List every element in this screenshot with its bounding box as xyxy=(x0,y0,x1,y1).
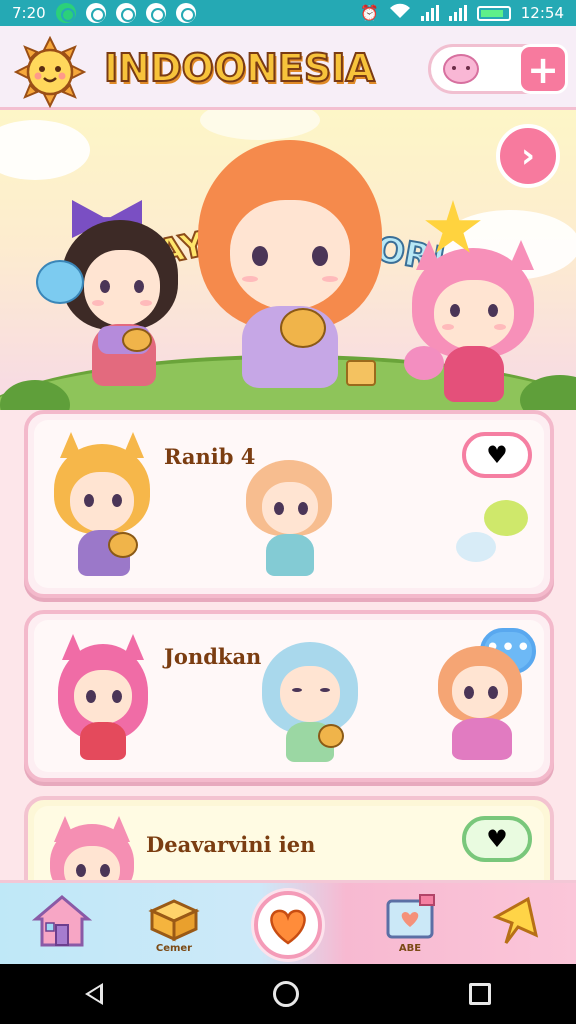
status-left: 7:20 xyxy=(12,3,196,23)
card-title: Deavarvini ien xyxy=(146,832,316,857)
character-peach-hair[interactable] xyxy=(246,460,332,580)
wifi-icon xyxy=(389,3,411,23)
cloud-decoration xyxy=(0,120,90,180)
add-button[interactable]: + xyxy=(518,44,568,94)
signal-icon xyxy=(420,5,439,21)
heart-badge-icon[interactable]: ♥ xyxy=(462,432,532,478)
nav-box[interactable]: Cemer xyxy=(134,893,214,959)
app-notification-icon xyxy=(85,3,106,23)
nav-photo[interactable]: ABE xyxy=(370,893,450,959)
nav-send[interactable] xyxy=(476,893,556,959)
bottom-nav: Cemer ABE xyxy=(0,880,576,964)
blue-creature xyxy=(36,260,84,304)
next-arrow-button[interactable]: › xyxy=(496,124,560,188)
clock-right: 12:54 xyxy=(520,4,564,22)
card-title: Ranib 4 xyxy=(164,444,256,469)
app-notification-icon xyxy=(145,3,166,23)
home-circle-icon[interactable] xyxy=(273,981,299,1007)
card-title: Jondkan xyxy=(164,644,262,669)
heart-icon xyxy=(270,909,306,945)
box-icon xyxy=(148,899,200,942)
recents-icon[interactable] xyxy=(469,983,491,1005)
gift-box-icon xyxy=(346,360,376,386)
home-icon xyxy=(31,895,93,947)
system-nav-bar xyxy=(0,964,576,1024)
nav-label: Cemer xyxy=(155,943,193,954)
nav-home[interactable] xyxy=(22,893,102,959)
hero-banner[interactable]: LHAY MOR! › xyxy=(0,110,576,410)
character-magenta-hair[interactable] xyxy=(58,634,148,764)
app-header: INDOONESIA + xyxy=(0,26,576,110)
green-bush-decoration xyxy=(484,500,528,536)
nav-center-heart[interactable] xyxy=(254,891,322,959)
character-brown-hair[interactable] xyxy=(62,200,182,400)
signal-icon xyxy=(448,5,467,21)
profile-pill[interactable]: + xyxy=(428,44,568,94)
nav-label: ABE xyxy=(398,943,422,954)
app-notification-icon xyxy=(175,3,196,23)
cloud-decoration xyxy=(456,532,496,562)
alarm-icon: ⏰ xyxy=(360,4,379,22)
character-card[interactable]: Jondkan ••• xyxy=(24,610,554,782)
character-blonde-cat[interactable] xyxy=(52,432,152,582)
photo-frame-icon xyxy=(386,894,435,939)
app-notification-icon xyxy=(55,3,76,23)
character-orange-pink[interactable] xyxy=(438,646,522,764)
sun-mascot-icon xyxy=(13,35,87,109)
character-card[interactable]: Ranib 4 ♥ xyxy=(24,410,554,598)
back-icon[interactable] xyxy=(85,983,103,1005)
pink-creature xyxy=(404,346,444,380)
status-bar: 7:20 ⏰ 12:54 xyxy=(0,0,576,26)
app-notification-icon xyxy=(115,3,136,23)
app-title: INDOONESIA xyxy=(103,45,376,91)
send-arrow-icon xyxy=(492,896,539,944)
clock-left: 7:20 xyxy=(12,4,46,22)
battery-icon xyxy=(476,5,511,21)
status-right: ⏰ 12:54 xyxy=(360,3,564,23)
heart-badge-icon[interactable]: ♥ xyxy=(462,816,532,862)
character-blue-hair[interactable] xyxy=(262,642,358,766)
avatar[interactable] xyxy=(443,54,479,84)
